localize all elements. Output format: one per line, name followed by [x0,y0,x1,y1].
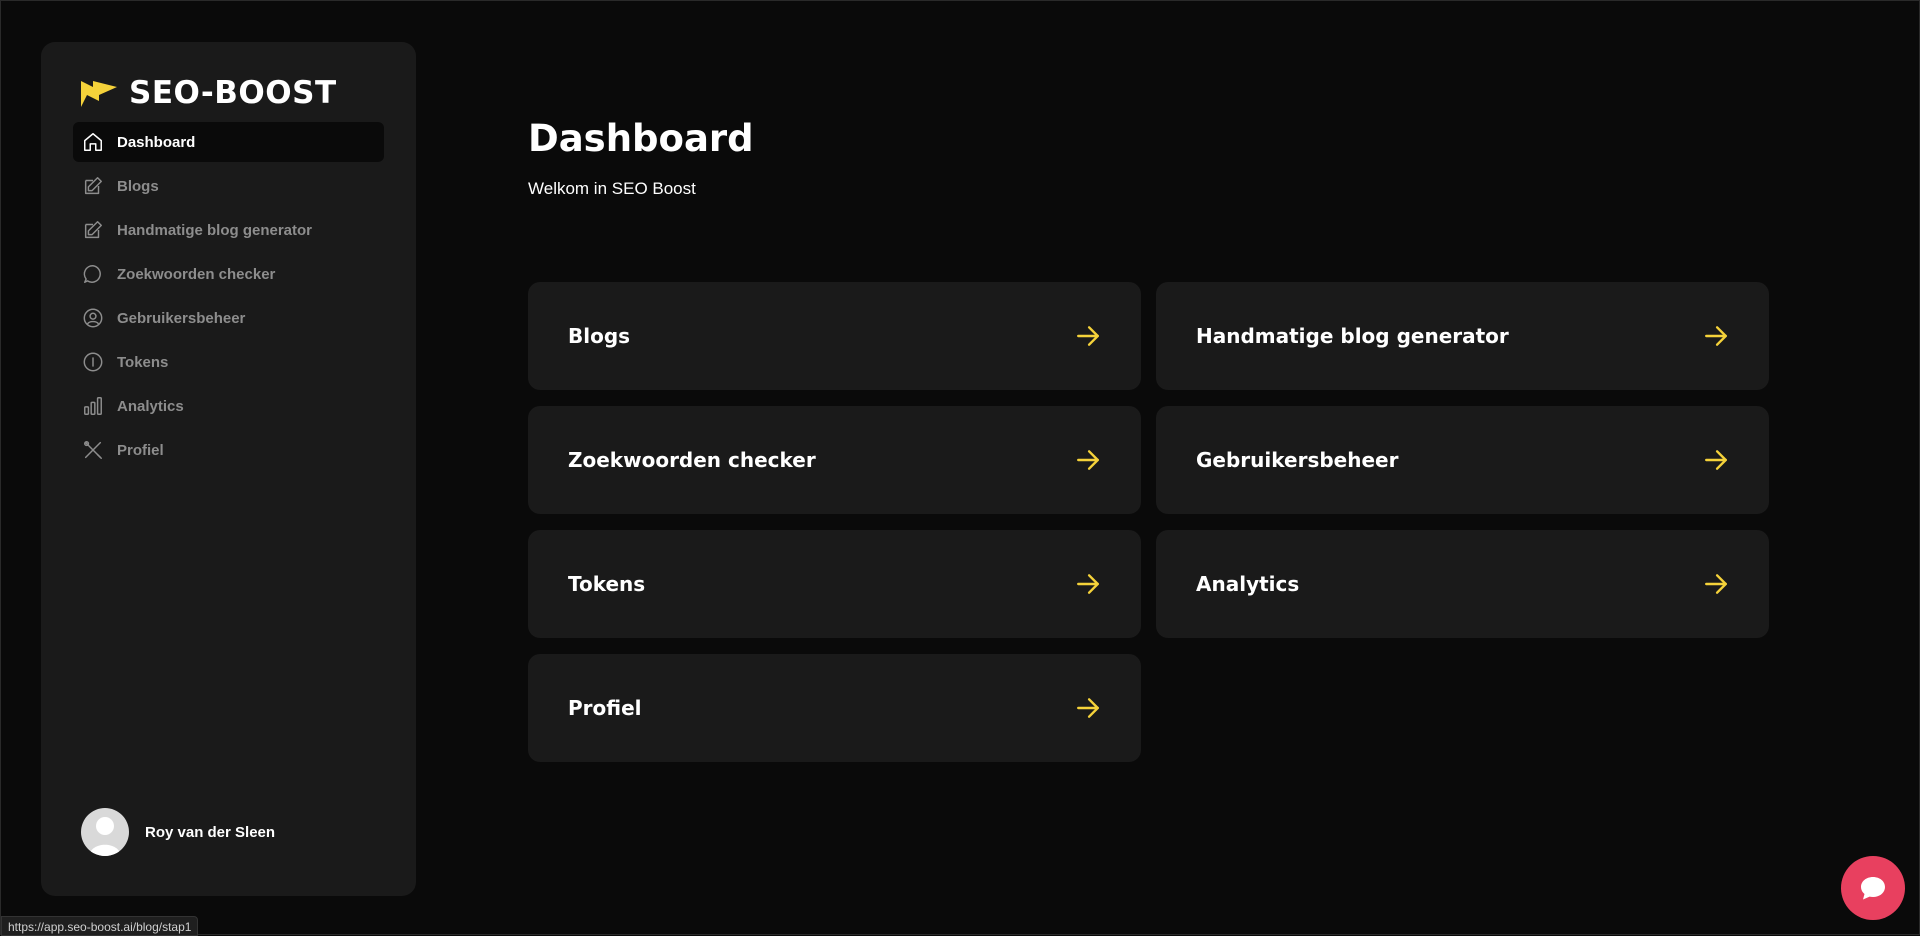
status-bar-url: https://app.seo-boost.ai/blog/stap1 [1,916,199,936]
arrow-right-icon [1705,574,1727,594]
card-label: Gebruikersbeheer [1196,448,1399,472]
sidebar-item-profile[interactable]: Profiel [73,430,384,470]
arrow-right-icon [1705,326,1727,346]
chat-icon [1861,877,1885,900]
sidebar-item-manual-blog-generator[interactable]: Handmatige blog generator [73,210,384,250]
sidebar-item-label: Dashboard [117,133,196,151]
page-title: Dashboard [528,117,754,160]
card-keyword-checker[interactable]: Zoekwoorden checker [528,406,1141,514]
sidebar-item-label: Gebruikersbeheer [117,309,246,327]
lightning-bolt-icon [81,81,117,107]
user-name: Roy van der Sleen [145,823,276,841]
sidebar-item-user-management[interactable]: Gebruikersbeheer [73,298,384,338]
brand-logo[interactable]: SEO-BOOST [79,68,337,118]
home-icon [81,130,105,154]
arrow-right-icon [1077,698,1099,718]
tools-icon [81,438,105,462]
card-profile[interactable]: Profiel [528,654,1141,762]
sidebar-item-label: Profiel [117,441,164,459]
sidebar-item-tokens[interactable]: Tokens [73,342,384,382]
sidebar-item-analytics[interactable]: Analytics [73,386,384,426]
sidebar-item-keyword-checker[interactable]: Zoekwoorden checker [73,254,384,294]
sidebar-item-label: Analytics [117,397,184,415]
sidebar-item-label: Handmatige blog generator [117,221,313,239]
card-label: Zoekwoorden checker [568,448,816,472]
card-label: Analytics [1196,572,1300,596]
card-user-management[interactable]: Gebruikersbeheer [1156,406,1769,514]
card-analytics[interactable]: Analytics [1156,530,1769,638]
card-manual-blog-generator[interactable]: Handmatige blog generator [1156,282,1769,390]
arrow-right-icon [1705,450,1727,470]
token-icon [81,350,105,374]
avatar [81,808,129,856]
card-tokens[interactable]: Tokens [528,530,1141,638]
arrow-right-icon [1077,326,1099,346]
card-label: Profiel [568,696,642,720]
card-label: Handmatige blog generator [1196,324,1509,348]
sidebar-item-label: Tokens [117,353,169,371]
user-circle-icon [81,306,105,330]
bar-chart-icon [81,394,105,418]
sidebar-nav: Dashboard Blogs Handmatige blog generato… [73,122,384,474]
sidebar: SEO-BOOST Dashboard Blogs Handmatige blo… [41,42,416,896]
sidebar-item-dashboard[interactable]: Dashboard [73,122,384,162]
sidebar-item-blogs[interactable]: Blogs [73,166,384,206]
sidebar-item-label: Blogs [117,177,159,195]
sidebar-item-label: Zoekwoorden checker [117,265,276,283]
page-subtitle: Welkom in SEO Boost [528,179,696,198]
arrow-right-icon [1077,450,1099,470]
card-label: Blogs [568,324,631,348]
chat-bubble-icon [81,262,105,286]
edit-icon [81,218,105,242]
card-blogs[interactable]: Blogs [528,282,1141,390]
brand-name: SEO-BOOST [129,75,337,111]
user-profile[interactable]: Roy van der Sleen [81,808,275,856]
card-label: Tokens [568,572,646,596]
arrow-right-icon [1077,574,1099,594]
chat-button[interactable] [1841,856,1905,920]
app-window: SEO-BOOST Dashboard Blogs Handmatige blo… [0,0,1920,936]
edit-icon [81,174,105,198]
